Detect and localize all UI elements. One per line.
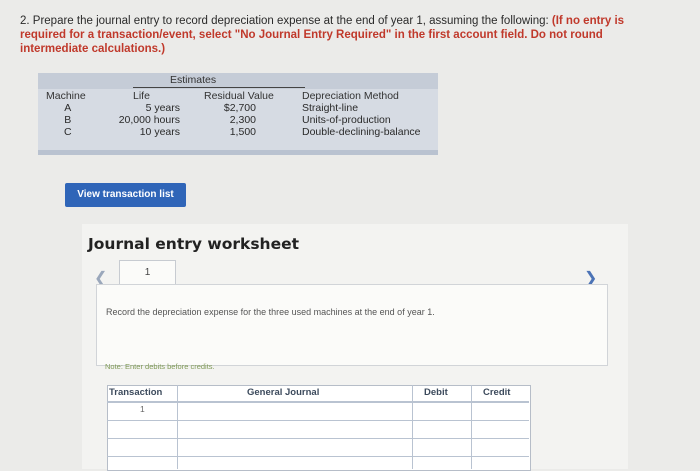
machine-column: A B C xyxy=(64,102,72,138)
life-a: 5 years xyxy=(145,102,180,114)
instruction-box xyxy=(96,284,608,366)
col-residual: Residual Value xyxy=(204,90,274,102)
life-b: 20,000 hours xyxy=(118,114,180,126)
journal-col-divider xyxy=(412,385,413,469)
view-transaction-list-button[interactable]: View transaction list xyxy=(65,183,186,207)
machine-a: A xyxy=(64,102,72,114)
question-lead: 2. Prepare the journal entry to record d… xyxy=(20,15,552,27)
residual-a: $2,700 xyxy=(223,102,256,114)
residual-b: 2,300 xyxy=(229,114,256,126)
machine-c: C xyxy=(64,126,72,138)
estimates-group-label: Estimates xyxy=(170,74,217,86)
life-column: 5 years 20,000 hours 10 years xyxy=(110,102,180,138)
machine-b: B xyxy=(64,114,72,126)
residual-c: 1,500 xyxy=(229,126,256,138)
residual-column: $2,700 2,300 1,500 xyxy=(206,102,256,138)
note-text: Note: Enter debits before credits. xyxy=(105,362,215,371)
method-a: Straight-line xyxy=(302,102,359,114)
worksheet-title: Journal entry worksheet xyxy=(88,235,300,253)
row-number: 1 xyxy=(140,404,145,414)
journal-col-divider xyxy=(177,385,178,469)
question-text: 2. Prepare the journal entry to record d… xyxy=(20,14,640,56)
method-b: Units-of-production xyxy=(302,114,391,126)
journal-row-line xyxy=(107,420,529,421)
col-machine: Machine xyxy=(46,90,86,102)
estimates-table: Estimates Machine Life Residual Value De… xyxy=(38,73,438,155)
journal-row-line xyxy=(107,456,529,457)
col-method: Depreciation Method xyxy=(302,90,399,102)
method-column: Straight-line Units-of-production Double… xyxy=(302,102,421,138)
col-life: Life xyxy=(133,90,150,102)
method-c: Double-declining-balance xyxy=(302,126,421,138)
life-c: 10 years xyxy=(139,126,180,138)
journal-row-line xyxy=(107,438,529,439)
page-tab[interactable]: 1 xyxy=(119,260,176,287)
estimates-rule xyxy=(133,87,305,88)
journal-header-line xyxy=(107,401,529,403)
instruction-text: Record the depreciation expense for the … xyxy=(106,307,435,317)
journal-col-divider xyxy=(471,385,472,469)
